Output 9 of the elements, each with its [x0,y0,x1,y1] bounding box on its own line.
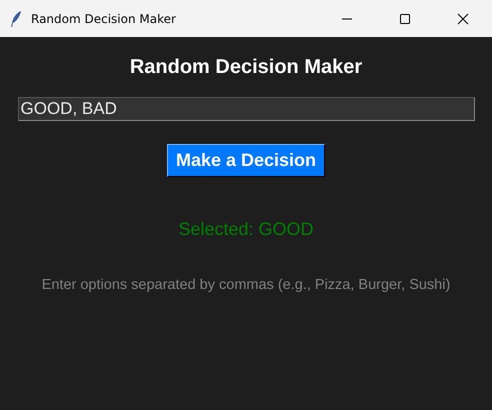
app-heading: Random Decision Maker [130,55,362,80]
maximize-icon[interactable] [399,12,411,24]
options-field[interactable]: GOOD, BAD [18,97,474,121]
make-decision-button[interactable]: Make a Decision [166,144,326,177]
window-title: Random Decision Maker [31,12,176,26]
hint-text: Enter options separated by commas (e.g., Pizza, Burger, Sushi) [42,277,450,293]
feather-icon [10,10,22,26]
close-icon[interactable] [457,12,469,24]
result-text: Selected: GOOD [178,219,314,240]
